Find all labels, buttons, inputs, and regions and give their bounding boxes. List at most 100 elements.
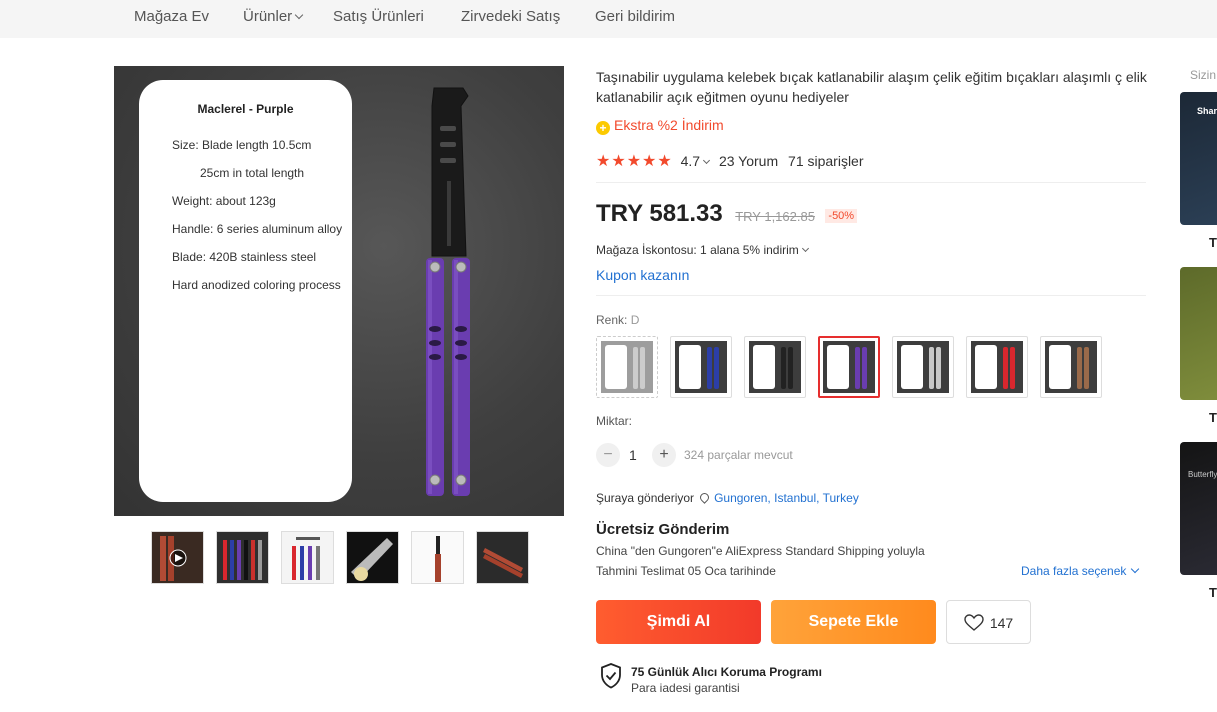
color-swatch[interactable]: [670, 336, 732, 398]
chevron-down-icon[interactable]: [703, 156, 711, 165]
color-swatch[interactable]: [596, 336, 658, 398]
video-thumb-art: [160, 536, 187, 581]
swatch-image: [601, 341, 653, 393]
thumbnail-closeup[interactable]: [346, 531, 399, 584]
plus-coin-icon: +: [596, 121, 610, 135]
quantity-increase-button[interactable]: +: [652, 443, 676, 467]
swatch-card: [605, 345, 627, 389]
swatch-image: [823, 341, 875, 393]
nav-sale-items[interactable]: Satış Ürünleri: [333, 8, 424, 25]
swatch-image: [971, 341, 1023, 393]
price-block: TRY 581.33 TRY 1,162.85 -50%: [596, 200, 858, 228]
thumbnail-packaging[interactable]: [476, 531, 529, 584]
swatch-card: [1049, 345, 1071, 389]
location-pin-icon: [698, 491, 711, 504]
swatch-card: [827, 345, 849, 389]
swatch-image: [749, 341, 801, 393]
nav-feedback[interactable]: Geri bildirim: [595, 8, 675, 25]
reviews-link[interactable]: 23 Yorum: [719, 153, 778, 169]
swatch-knife-handle: [714, 347, 719, 389]
nav-store-home[interactable]: Mağaza Ev: [134, 8, 209, 25]
nav-products-label: Ürünler: [243, 8, 293, 25]
color-label: Renk: D: [596, 313, 639, 327]
sidebar-product-2[interactable]: [1180, 267, 1217, 400]
swatch-knife-handle: [781, 347, 786, 389]
swatch-card: [901, 345, 923, 389]
swatch-card: [679, 345, 701, 389]
swatch-knife-handle: [1084, 347, 1089, 389]
shipping-route: China "den Gungoren"e AliExpress Standar…: [596, 544, 925, 558]
butterfly-knife-illustration: [426, 87, 470, 496]
ship-to-label: Şuraya gönderiyor: [596, 491, 695, 505]
color-label-text: Renk:: [596, 313, 628, 327]
thumbnail-product-style[interactable]: [281, 531, 334, 584]
original-price: TRY 1,162.85: [735, 209, 815, 224]
swatch-card: [975, 345, 997, 389]
style-thumb-art: [292, 537, 320, 580]
swatch-image: [675, 341, 727, 393]
swatch-card: [753, 345, 775, 389]
packaging-thumb-art: [483, 548, 523, 578]
nav-products[interactable]: Ürünler: [243, 8, 304, 25]
color-swatch[interactable]: [966, 336, 1028, 398]
buy-now-button[interactable]: Şimdi Al: [596, 600, 761, 644]
thumbnail-single-knife[interactable]: [411, 531, 464, 584]
color-swatch[interactable]: [892, 336, 954, 398]
single-knife-thumb-art: [435, 536, 441, 582]
ship-to-row: Şuraya gönderiyor Gungoren, Istanbul, Tur…: [596, 491, 859, 505]
heart-icon: [964, 614, 984, 631]
store-discount[interactable]: Mağaza İskontosu: 1 alana 5% indirim: [596, 243, 809, 257]
colors-thumb-art: [223, 540, 262, 580]
discount-badge: -50%: [825, 209, 858, 223]
buyer-protection: 75 Günlük Alıcı Koruma Programı Para iad…: [600, 663, 822, 695]
thumbnail-video[interactable]: [151, 531, 204, 584]
sidebar-item-title: T: [1209, 235, 1217, 250]
wishlist-button[interactable]: 147: [946, 600, 1031, 644]
quantity-value[interactable]: 1: [629, 447, 637, 463]
sidebar-label: Sizin: [1190, 68, 1217, 82]
shield-check-icon: [601, 663, 621, 689]
sidebar-product-1[interactable]: Shar: [1180, 92, 1217, 225]
swatch-knife-handle: [936, 347, 941, 389]
available-stock: 324 parçalar mevcut: [684, 448, 793, 462]
chevron-down-icon: [1131, 564, 1140, 574]
rating-row: ★★★★★ 4.7 23 Yorum 71 siparişler: [596, 151, 864, 171]
nav-top-selling[interactable]: Zirvedeki Satış: [461, 8, 560, 25]
swatch-knife-handle: [788, 347, 793, 389]
color-swatch[interactable]: [744, 336, 806, 398]
swatch-image: [897, 341, 949, 393]
color-value: D: [630, 313, 640, 327]
extra-discount-label: Ekstra %2 İndirim: [614, 117, 724, 133]
wishlist-count: 147: [989, 615, 1014, 631]
swatch-image: [1045, 341, 1097, 393]
swatch-knife-handle: [1010, 347, 1015, 389]
more-shipping-options[interactable]: Daha fazla seçenek: [1021, 564, 1140, 578]
thumbnail-colors[interactable]: [216, 531, 269, 584]
swatch-knife-handle: [640, 347, 645, 389]
sidebar-product-3[interactable]: Butterfly: [1180, 442, 1217, 575]
current-price: TRY 581.33: [596, 200, 723, 227]
main-product-image[interactable]: Maclerel - Purple Size: Blade length 10.…: [114, 66, 564, 516]
estimated-delivery: Tahmini Teslimat 05 Oca tarihinde: [596, 564, 776, 578]
top-nav: Mağaza Ev Ürünler Satış Ürünleri Zirvede…: [0, 0, 1217, 38]
extra-discount: + Ekstra %2 İndirim: [596, 117, 724, 135]
swatch-knife-handle: [633, 347, 638, 389]
get-coupon-link[interactable]: Kupon kazanın: [596, 267, 689, 283]
chevron-down-icon: [801, 244, 809, 253]
sidebar-item-title: T: [1209, 585, 1217, 600]
ship-to-location[interactable]: Gungoren, Istanbul, Turkey: [714, 491, 859, 505]
swatch-knife-handle: [862, 347, 867, 389]
add-to-cart-button[interactable]: Sepete Ekle: [771, 600, 936, 644]
divider: [596, 182, 1146, 183]
rating-value[interactable]: 4.7: [681, 153, 700, 169]
store-discount-label: Mağaza İskontosu: 1 alana 5% indirim: [596, 243, 799, 257]
swatch-knife-handle: [1003, 347, 1008, 389]
more-options-label: Daha fazla seçenek: [1021, 564, 1127, 578]
color-swatch[interactable]: [818, 336, 880, 398]
orders-count: 71 siparişler: [788, 153, 864, 169]
quantity-decrease-button[interactable]: −: [596, 443, 620, 467]
protection-subtitle: Para iadesi garantisi: [631, 681, 740, 695]
swatch-knife-handle: [855, 347, 860, 389]
color-swatch[interactable]: [1040, 336, 1102, 398]
quantity-label: Miktar:: [596, 414, 632, 428]
